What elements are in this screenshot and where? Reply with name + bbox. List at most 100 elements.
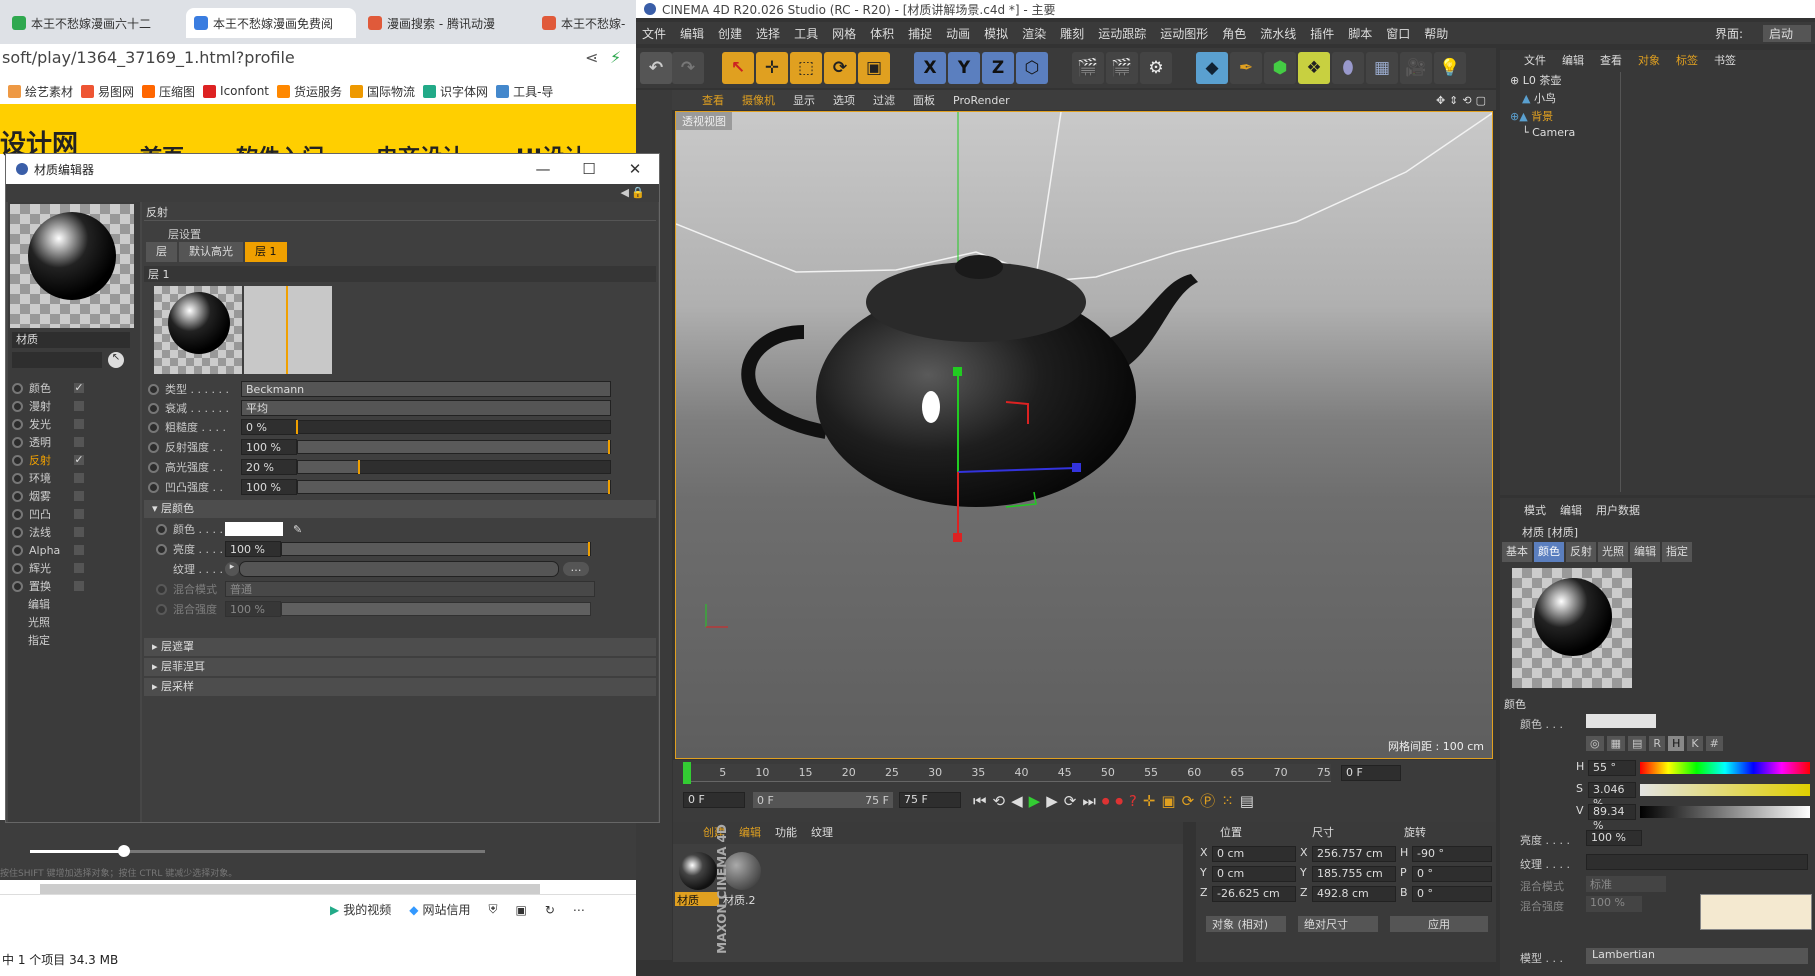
slider-knob[interactable] — [588, 542, 590, 556]
record-icon[interactable]: ⏺ — [1102, 792, 1110, 810]
mm-menu-edit[interactable]: 编辑 — [739, 824, 761, 840]
browser-tab-active[interactable]: 本王不愁嫁漫画免费阅 — [186, 8, 356, 38]
key-scale-icon[interactable]: ▣ — [1161, 792, 1175, 810]
bookmark-item[interactable]: 压缩图 — [142, 83, 195, 100]
channel-editor[interactable]: 编辑 — [28, 594, 50, 614]
channel-glow[interactable]: 辉光 — [12, 558, 84, 578]
undo-icon[interactable]: ↶ — [640, 52, 672, 84]
size-x-field[interactable]: 256.757 cm — [1312, 846, 1396, 862]
size-y-field[interactable]: 185.755 cm — [1312, 866, 1396, 882]
menu-edit[interactable]: 编辑 — [680, 25, 704, 42]
browser-tab[interactable]: 漫画搜索 - 腾讯动漫 — [360, 8, 530, 38]
menu-render[interactable]: 渲染 — [1022, 25, 1046, 42]
object-row[interactable]: ⊕ L0 茶壶 — [1510, 72, 1590, 88]
menu-character[interactable]: 角色 — [1222, 25, 1246, 42]
next-key-icon[interactable]: ⟳ — [1064, 792, 1077, 810]
auto-key-icon[interactable]: ⏺ — [1115, 792, 1123, 810]
picker-rgb-icon[interactable]: R — [1649, 736, 1666, 751]
gizmo-z-handle[interactable] — [1072, 463, 1081, 472]
video-progress-track[interactable] — [125, 850, 485, 853]
redo-icon[interactable]: ↷ — [672, 52, 704, 84]
menu-sculpt[interactable]: 雕刻 — [1060, 25, 1084, 42]
channel-transparency[interactable]: 透明 — [12, 432, 84, 452]
roughness-slider[interactable] — [296, 420, 611, 434]
om-menu-file[interactable]: 文件 — [1524, 52, 1546, 68]
subdivision-icon[interactable]: ⬢ — [1264, 52, 1296, 84]
channel-checkbox[interactable] — [74, 401, 84, 411]
attr-tab-reflect[interactable]: 反射 — [1566, 542, 1596, 562]
menu-mesh[interactable]: 网格 — [832, 25, 856, 42]
attr-blend-select[interactable]: 标准 — [1586, 876, 1666, 892]
specular-strength-slider[interactable] — [297, 460, 611, 474]
attr-brightness-field[interactable]: 100 % — [1586, 830, 1642, 846]
picker-hex-icon[interactable]: # — [1705, 736, 1723, 751]
bump-strength-field[interactable]: 100 % — [241, 479, 297, 495]
mm-menu-function[interactable]: 功能 — [775, 824, 797, 840]
scale-tool-icon[interactable]: ⬚ — [790, 52, 822, 84]
material-name-dropdown[interactable] — [12, 352, 102, 368]
key-pla-icon[interactable]: ⁙ — [1221, 792, 1234, 810]
attr-tab-assign[interactable]: 指定 — [1662, 542, 1692, 562]
slider-knob[interactable] — [358, 460, 361, 474]
timeline-menu-icon[interactable]: ▤ — [1240, 792, 1254, 810]
gizmo-x-handle[interactable] — [953, 533, 962, 542]
om-menu-edit[interactable]: 编辑 — [1562, 52, 1584, 68]
channel-checkbox[interactable] — [74, 563, 84, 573]
render-view-icon[interactable]: 🎬 — [1072, 52, 1104, 84]
menu-script[interactable]: 脚本 — [1348, 25, 1372, 42]
channel-displacement[interactable]: 置换 — [12, 576, 84, 596]
om-menu-object[interactable]: 对象 — [1638, 52, 1660, 68]
channel-reflectance[interactable]: 反射 ✓ — [12, 450, 84, 470]
eyedropper-icon[interactable]: ✎ — [293, 523, 302, 536]
blend-mode-select[interactable]: 普通 — [225, 581, 595, 597]
bookmark-item[interactable]: 易图网 — [81, 83, 134, 100]
menu-help[interactable]: 帮助 — [1424, 25, 1448, 42]
start-frame-field[interactable]: 0 F — [683, 792, 745, 808]
keyframe-selection-icon[interactable]: ? — [1129, 792, 1137, 810]
channel-normal[interactable]: 法线 — [12, 522, 84, 542]
channel-diffusion[interactable]: 漫射 — [12, 396, 84, 416]
attr-tab-light[interactable]: 光照 — [1598, 542, 1628, 562]
vp-menu-panel[interactable]: 面板 — [913, 92, 935, 108]
vp-menu-prorender[interactable]: ProRender — [953, 94, 1010, 107]
hue-field[interactable]: 55 ° — [1588, 760, 1636, 776]
menu-volume[interactable]: 体积 — [870, 25, 894, 42]
gizmo-y-handle[interactable] — [953, 367, 962, 376]
texture-field[interactable] — [239, 561, 559, 577]
om-menu-tag[interactable]: 标签 — [1676, 52, 1698, 68]
brightness-field[interactable]: 100 % — [225, 541, 281, 557]
blend-strength-slider[interactable] — [281, 602, 591, 616]
specular-strength-field[interactable]: 20 % — [241, 459, 297, 475]
more-icon[interactable]: ⋯ — [573, 903, 585, 917]
menu-snap[interactable]: 捕捉 — [908, 25, 932, 42]
move-tool-icon[interactable]: ✛ — [756, 52, 788, 84]
object-row[interactable]: ▲ 小鸟 — [1522, 90, 1602, 106]
saturation-slider[interactable] — [1640, 784, 1810, 796]
channel-luminance[interactable]: 发光 — [12, 414, 84, 434]
slider-knob[interactable] — [296, 420, 298, 434]
picker-wheel-icon[interactable]: ◎ — [1586, 736, 1604, 751]
go-end-icon[interactable]: ⏭ — [1082, 792, 1096, 810]
my-video-link[interactable]: ▶ 我的视频 — [330, 901, 391, 918]
bolt-icon[interactable]: ⚡ — [610, 44, 621, 72]
menu-pipeline[interactable]: 流水线 — [1260, 25, 1296, 42]
attr-blend-strength-field[interactable]: 100 % — [1586, 896, 1642, 912]
key-position-icon[interactable]: ✛ — [1143, 792, 1156, 810]
picker-k-icon[interactable]: K — [1687, 736, 1703, 751]
menu-animate[interactable]: 动画 — [946, 25, 970, 42]
bump-strength-slider[interactable] — [297, 480, 611, 494]
current-frame-field[interactable]: 0 F — [1341, 765, 1401, 781]
channel-checkbox[interactable] — [74, 491, 84, 501]
size-mode-select[interactable]: 绝对尺寸 — [1298, 916, 1378, 932]
size-z-field[interactable]: 492.8 cm — [1312, 886, 1396, 902]
refresh-icon[interactable]: ↻ — [545, 903, 555, 917]
channel-alpha[interactable]: Alpha — [12, 540, 84, 560]
reflection-strength-field[interactable]: 100 % — [241, 439, 297, 455]
blend-strength-field[interactable]: 100 % — [225, 601, 281, 617]
channel-checkbox[interactable] — [74, 437, 84, 447]
section-layer-fresnel[interactable]: ▸ 层菲涅耳 — [144, 658, 656, 676]
type-select[interactable]: Beckmann — [241, 381, 611, 397]
channel-checkbox[interactable] — [74, 545, 84, 555]
attr-model-select[interactable]: Lambertian — [1586, 948, 1808, 964]
rotate-tool-icon[interactable]: ⟳ — [824, 52, 856, 84]
